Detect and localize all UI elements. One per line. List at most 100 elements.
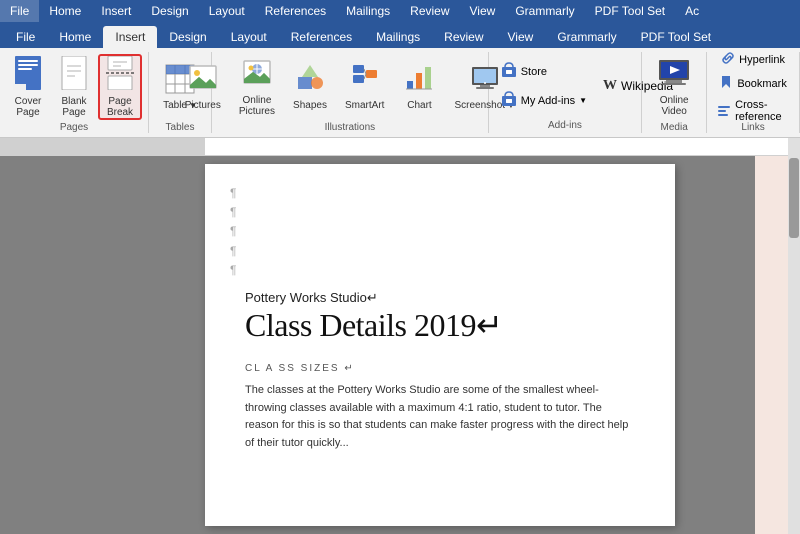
document-subtitle: Pottery Works Studio↵ [245,290,635,306]
addins-items: Store My Add-ins ▼ W Wikipedia [495,54,635,118]
ribbon: CoverPage BlankPage Pa [0,48,800,138]
menu-layout[interactable]: Layout [199,0,255,22]
online-video-label: OnlineVideo [660,95,689,117]
page-break-icon [106,56,134,94]
bookmark-button[interactable]: Bookmark [715,73,791,94]
shapes-icon [296,63,324,98]
menu-ac[interactable]: Ac [675,0,709,22]
ribbon-group-links: Hyperlink Bookmark Cross-reference Links [707,52,800,133]
ribbon-group-pages: CoverPage BlankPage Pa [0,52,149,133]
hyperlink-button[interactable]: Hyperlink [717,49,789,70]
ruler-content [205,138,800,155]
online-pictures-icon [243,58,271,93]
tab-mailings[interactable]: Mailings [364,26,432,48]
tab-insert[interactable]: Insert [103,26,157,48]
chart-icon [405,63,433,98]
media-group-label: Media [661,122,688,133]
cross-reference-button[interactable]: Cross-reference [713,97,793,125]
ribbon-tabs: File Home Insert Design Layout Reference… [0,22,800,48]
hyperlink-label: Hyperlink [739,54,785,66]
vertical-scrollbar[interactable] [788,156,800,534]
ruler-left-margin [0,138,205,155]
ribbon-group-illustrations: Pictures OnlinePictures Shapes SmartArt [212,52,489,133]
pages-group-label: Pages [60,122,88,133]
smartart-icon [351,63,379,98]
scrollbar-thumb[interactable] [789,158,799,238]
my-addins-label: My Add-ins [521,95,575,107]
links-group-label: Links [741,122,764,133]
left-sidebar [0,156,205,534]
blank-page-button[interactable]: BlankPage [52,54,96,120]
document-title: Class Details 2019↵ [245,308,635,343]
shapes-button[interactable]: Shapes [285,54,335,120]
online-pictures-button[interactable]: OnlinePictures [231,54,283,120]
menu-design[interactable]: Design [141,0,198,22]
my-addins-dropdown-icon: ▼ [579,96,587,105]
menu-view[interactable]: View [460,0,506,22]
cover-page-button[interactable]: CoverPage [6,54,50,120]
store-label: Store [521,66,547,78]
bookmark-label: Bookmark [737,78,787,90]
menu-review[interactable]: Review [400,0,459,22]
document-area: ¶ ¶ ¶ ¶ ¶ Pottery Works Studio↵ Class De… [0,156,800,534]
menu-references[interactable]: References [255,0,336,22]
wikipedia-icon: W [603,78,617,94]
document-page[interactable]: ¶ ¶ ¶ ¶ ¶ Pottery Works Studio↵ Class De… [205,164,675,526]
menu-home[interactable]: Home [39,0,91,22]
links-items: Hyperlink Bookmark Cross-reference [713,54,793,120]
tab-layout[interactable]: Layout [219,26,279,48]
cover-page-icon [13,56,43,94]
ribbon-group-addins: Store My Add-ins ▼ W Wikipedia Add-ins [489,52,642,133]
body-text: The classes at the Pottery Works Studio … [245,382,635,452]
cross-reference-label: Cross-reference [735,99,789,123]
tab-grammarly[interactable]: Grammarly [545,26,628,48]
menu-pdftoolset[interactable]: PDF Tool Set [585,0,675,22]
online-pictures-label: OnlinePictures [239,95,275,117]
menu-mailings[interactable]: Mailings [336,0,400,22]
store-button[interactable]: Store [495,59,553,84]
shapes-label: Shapes [293,100,327,111]
online-video-icon [658,58,690,93]
online-video-button[interactable]: OnlineVideo [647,54,702,120]
tab-file[interactable]: File [4,26,47,48]
pages-items: CoverPage BlankPage Pa [6,54,142,120]
hyperlink-icon [721,51,735,68]
my-addins-button[interactable]: My Add-ins ▼ [495,88,593,113]
pictures-button[interactable]: Pictures [177,54,229,120]
blank-page-icon [60,56,88,94]
pictures-icon [189,63,217,98]
tab-design[interactable]: Design [157,26,218,48]
tab-references[interactable]: References [279,26,364,48]
cross-reference-icon [717,103,731,120]
section-label: CL A SS SIZES ↵ [245,363,635,374]
tab-review[interactable]: Review [432,26,495,48]
chart-button[interactable]: Chart [394,54,444,120]
store-icon [501,62,517,81]
media-items: OnlineVideo [647,54,702,120]
illustrations-group-label: Illustrations [325,122,376,133]
smartart-button[interactable]: SmartArt [337,54,392,120]
smartart-label: SmartArt [345,100,384,111]
menu-grammarly[interactable]: Grammarly [505,0,584,22]
ribbon-group-media: OnlineVideo Media [642,52,707,133]
menu-insert[interactable]: Insert [91,0,141,22]
tables-group-label: Tables [166,122,195,133]
bookmark-icon [719,75,733,92]
my-addins-icon [501,91,517,110]
page-break-label: PageBreak [107,96,133,118]
tab-pdftoolset[interactable]: PDF Tool Set [629,26,723,48]
addins-group-label: Add-ins [548,120,582,131]
tab-view[interactable]: View [496,26,546,48]
tab-home[interactable]: Home [47,26,103,48]
menu-file[interactable]: File [0,0,39,22]
cover-page-label: CoverPage [15,96,42,118]
chart-label: Chart [407,100,431,111]
ruler [0,138,800,156]
paragraph-marks: ¶ ¶ ¶ ¶ ¶ [230,184,635,280]
page-wrap: ¶ ¶ ¶ ¶ ¶ Pottery Works Studio↵ Class De… [205,156,755,534]
illustrations-items: Pictures OnlinePictures Shapes SmartArt [177,54,523,120]
page-break-button[interactable]: PageBreak [98,54,142,120]
pictures-label: Pictures [185,100,221,111]
menu-bar: File Home Insert Design Layout Reference… [0,0,800,22]
blank-page-label: BlankPage [61,96,86,118]
